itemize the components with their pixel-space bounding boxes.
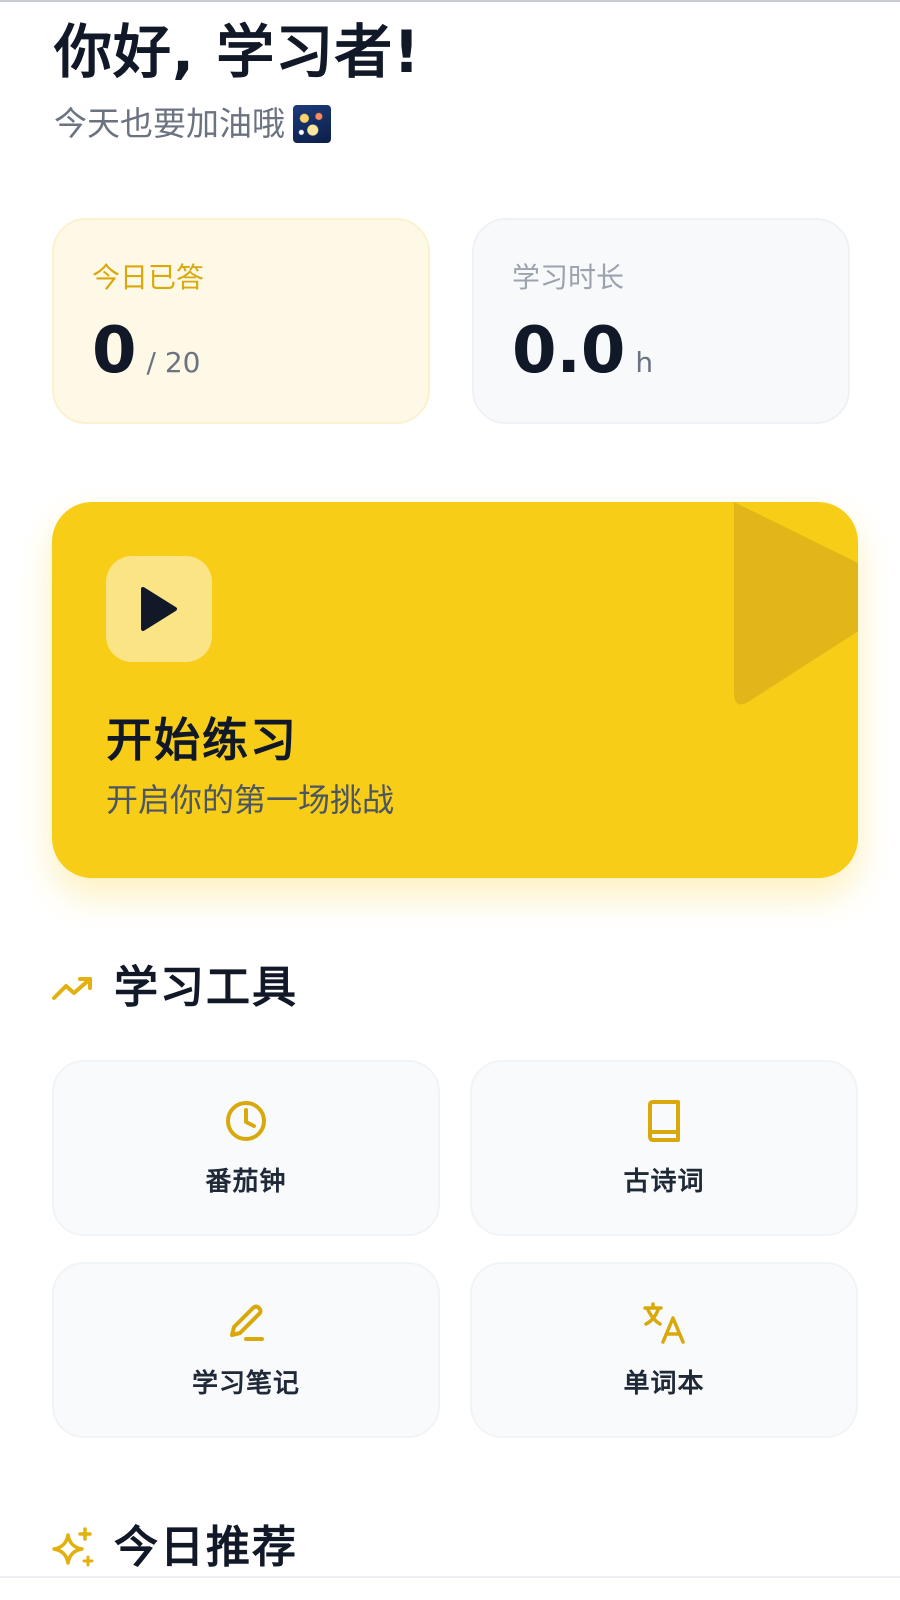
study-duration-value-row: 0.0 h (512, 316, 810, 386)
study-duration-card: 学习时长 0.0 h (472, 218, 850, 424)
study-duration-label: 学习时长 (512, 261, 625, 294)
play-icon (141, 587, 177, 631)
tool-pomodoro-label: 番茄钟 (205, 1167, 287, 1197)
bottom-divider (0, 1576, 900, 1578)
tool-pomodoro-button[interactable]: 番茄钟 (52, 1060, 440, 1236)
fireworks-icon (293, 105, 331, 143)
start-practice-button[interactable]: 开始练习 开启你的第一场挑战 (52, 502, 858, 878)
practice-subtitle: 开启你的第一场挑战 (106, 781, 395, 819)
today-answered-total: / 20 (146, 346, 201, 379)
today-answered-label: 今日已答 (92, 261, 205, 294)
greeting-subtitle: 今天也要加油哦 (54, 102, 421, 146)
book-icon (640, 1097, 688, 1145)
subtitle-text: 今天也要加油哦 (54, 104, 285, 143)
trending-up-icon (52, 977, 92, 1000)
tool-notes-button[interactable]: 学习笔记 (52, 1262, 440, 1438)
tool-poetry-label: 古诗词 (623, 1167, 705, 1197)
study-duration-value: 0.0 (512, 314, 626, 388)
play-icon-box (106, 556, 212, 662)
play-decoration-icon (734, 502, 858, 705)
today-answered-value: 0 (92, 314, 137, 388)
practice-title: 开始练习 (106, 713, 298, 767)
recommend-heading: 今日推荐 (52, 1520, 298, 1576)
recommend-title: 今日推荐 (114, 1522, 298, 1573)
tool-notes-label: 学习笔记 (191, 1369, 300, 1399)
pencil-icon (222, 1299, 270, 1347)
translate-icon (640, 1299, 688, 1347)
tool-poetry-button[interactable]: 古诗词 (470, 1060, 858, 1236)
tool-vocabulary-button[interactable]: 单词本 (470, 1262, 858, 1438)
study-duration-unit: h (635, 346, 654, 379)
today-answered-card: 今日已答 0 / 20 (52, 218, 430, 424)
greeting-title: 你好, 学习者! (54, 18, 421, 86)
home-screen: 你好, 学习者! 今天也要加油哦 今日已答 0 / 20 学习时长 0.0 h … (0, 0, 900, 1600)
today-answered-value-row: 0 / 20 (92, 316, 390, 386)
study-tools-heading: 学习工具 (52, 960, 298, 1016)
study-tools-title: 学习工具 (114, 962, 298, 1013)
header: 你好, 学习者! 今天也要加油哦 (54, 16, 421, 146)
sparkles-icon (52, 1527, 94, 1567)
clock-icon (222, 1097, 270, 1145)
tool-vocabulary-label: 单词本 (623, 1369, 705, 1399)
